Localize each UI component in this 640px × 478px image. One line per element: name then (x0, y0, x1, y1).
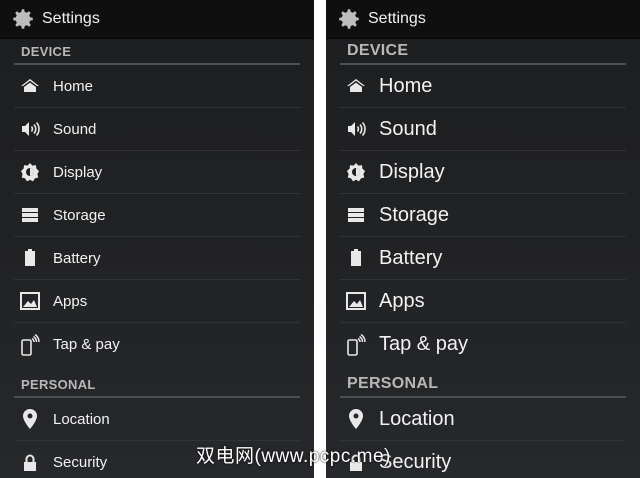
settings-item-label: Location (379, 407, 455, 430)
settings-item-battery[interactable]: Battery (14, 237, 300, 280)
speaker-icon (19, 118, 41, 140)
section-title: PERSONAL (21, 377, 96, 392)
settings-gear-icon[interactable] (10, 6, 36, 32)
speaker-icon (345, 118, 367, 140)
settings-item-home[interactable]: Home (14, 65, 300, 108)
settings-item-label: Apps (53, 292, 88, 310)
nfc-phone-icon (19, 333, 41, 356)
settings-item-label: Tap & pay (53, 336, 120, 353)
settings-panel-right: Settings DEVICE Home Sound Display Stora… (326, 0, 640, 478)
app-title: Settings (42, 10, 100, 27)
section-title: PERSONAL (347, 375, 439, 392)
settings-item-label: Battery (379, 246, 443, 269)
section-title: DEVICE (347, 42, 409, 59)
section-header-device: DEVICE (340, 39, 626, 65)
section-header-personal: PERSONAL (14, 372, 300, 398)
settings-item-display[interactable]: Display (340, 151, 626, 194)
settings-item-label: Storage (53, 206, 106, 224)
settings-item-storage[interactable]: Storage (340, 194, 626, 237)
settings-item-label: Tap & pay (379, 333, 468, 355)
settings-item-sound[interactable]: Sound (14, 108, 300, 151)
settings-item-label: Sound (53, 120, 97, 138)
apps-icon (345, 290, 367, 312)
settings-item-label: Sound (379, 117, 437, 140)
settings-item-apps[interactable]: Apps (14, 280, 300, 323)
action-bar: Settings (0, 0, 314, 39)
brightness-icon (345, 161, 367, 183)
settings-panel-left: Settings DEVICE Home Sound Display Stora… (0, 0, 314, 478)
settings-item-label: Storage (379, 203, 450, 226)
settings-item-label: Display (53, 163, 103, 181)
location-pin-icon (345, 408, 367, 430)
settings-item-display[interactable]: Display (14, 151, 300, 194)
home-icon (19, 75, 41, 97)
settings-item-label: Display (379, 160, 445, 183)
storage-icon (345, 204, 367, 226)
section-header-device: DEVICE (14, 39, 300, 65)
nfc-phone-icon (345, 333, 367, 356)
watermark: 双电网(www.pcpc.me) (196, 446, 391, 467)
settings-item-tap-pay[interactable]: Tap & pay (14, 323, 300, 366)
apps-icon (19, 290, 41, 312)
settings-item-location[interactable]: Location (340, 398, 626, 441)
settings-item-label: Security (53, 454, 108, 471)
section-title: DEVICE (21, 44, 72, 59)
battery-icon (19, 247, 41, 269)
battery-icon (345, 247, 367, 269)
settings-item-apps[interactable]: Apps (340, 280, 626, 323)
settings-item-sound[interactable]: Sound (340, 108, 626, 151)
settings-item-battery[interactable]: Battery (340, 237, 626, 280)
settings-item-storage[interactable]: Storage (14, 194, 300, 237)
settings-item-location[interactable]: Location (14, 398, 300, 441)
settings-item-label: Home (379, 74, 433, 97)
home-icon (345, 75, 367, 97)
action-bar: Settings (326, 0, 640, 39)
settings-item-label: Location (53, 410, 110, 428)
settings-item-tap-pay[interactable]: Tap & pay (340, 323, 626, 366)
brightness-icon (19, 161, 41, 183)
location-pin-icon (19, 408, 41, 430)
settings-item-label: Apps (379, 289, 425, 312)
settings-item-label: Home (53, 77, 94, 95)
lock-icon (19, 452, 41, 474)
settings-item-home[interactable]: Home (340, 65, 626, 108)
settings-gear-icon[interactable] (336, 6, 362, 32)
section-header-personal: PERSONAL (340, 372, 626, 398)
app-title: Settings (368, 10, 426, 27)
settings-item-label: Battery (53, 249, 101, 267)
storage-icon (19, 204, 41, 226)
